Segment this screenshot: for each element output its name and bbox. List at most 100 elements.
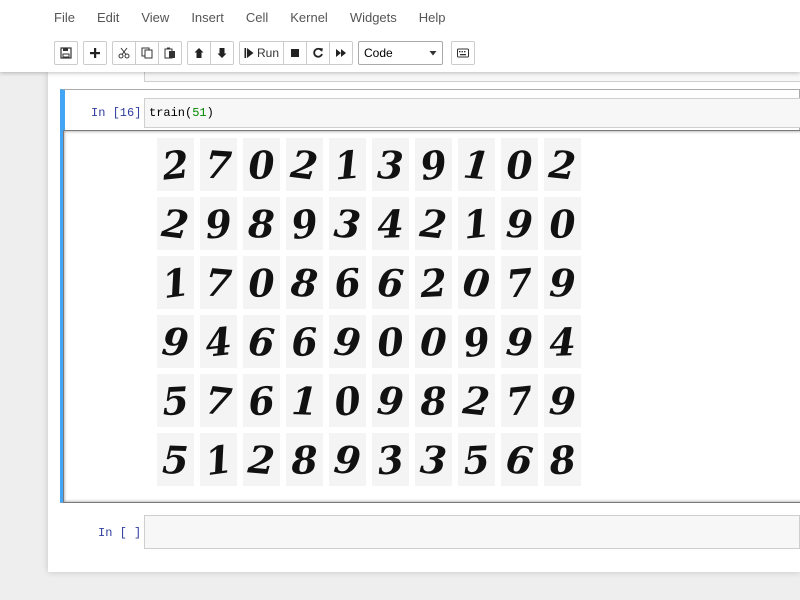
digit-tile: 7 xyxy=(203,259,233,306)
code-cell-selected[interactable]: In [16]: train(51) 270213910229893421901… xyxy=(60,89,800,503)
digit-tile: 9 xyxy=(375,377,405,424)
menu-view[interactable]: View xyxy=(141,10,169,25)
digit-tile: 9 xyxy=(505,201,535,248)
menu-kernel[interactable]: Kernel xyxy=(290,10,328,25)
digit-tile: 5 xyxy=(462,437,491,483)
digit-tile: 5 xyxy=(161,437,189,483)
floppy-disk-icon xyxy=(60,47,72,59)
digit-tile: 2 xyxy=(288,141,321,189)
empty-code-editor[interactable] xyxy=(144,515,800,549)
digit-tile: 6 xyxy=(504,436,536,484)
digit-tile: 2 xyxy=(159,200,192,248)
digit-tile: 5 xyxy=(161,378,190,424)
cell-type-value: Code xyxy=(364,46,393,60)
digit-tile: 1 xyxy=(290,378,318,424)
menu-help[interactable]: Help xyxy=(419,10,446,25)
empty-cell-prompt: In [ ]: xyxy=(98,526,149,540)
digit-tile: 9 xyxy=(548,260,576,306)
digit-tile: 2 xyxy=(460,377,492,425)
move-up-button[interactable] xyxy=(187,41,211,65)
digit-tile: 9 xyxy=(504,318,534,365)
digit-tile: 7 xyxy=(203,377,235,425)
digit-tile: 2 xyxy=(418,260,448,306)
keyboard-icon xyxy=(457,48,470,58)
digit-tile: 0 xyxy=(247,142,276,188)
menu-file[interactable]: File xyxy=(54,10,75,25)
menu-widgets[interactable]: Widgets xyxy=(350,10,397,25)
cut-button[interactable] xyxy=(112,41,136,65)
menu-insert[interactable]: Insert xyxy=(191,10,224,25)
cell-output: 2702139102298934219017086620799466900994… xyxy=(63,130,800,503)
cell-prompt: In [16]: xyxy=(91,106,149,120)
digit-tile: 4 xyxy=(549,319,577,365)
digit-tile: 1 xyxy=(332,141,362,188)
arrow-up-icon xyxy=(194,48,204,58)
arrow-down-icon xyxy=(217,48,227,58)
digit-tile: 0 xyxy=(375,318,406,365)
plus-icon xyxy=(90,48,100,58)
digit-tile: 2 xyxy=(546,141,578,189)
copy-button[interactable] xyxy=(135,41,159,65)
digit-tile: 9 xyxy=(160,318,191,366)
digit-tile: 0 xyxy=(248,260,277,306)
digit-tile: 4 xyxy=(203,318,234,366)
menu-cell[interactable]: Cell xyxy=(246,10,268,25)
code-argument: 51 xyxy=(192,106,207,120)
digit-tile: 1 xyxy=(461,200,492,248)
code-function: train( xyxy=(149,106,193,120)
digit-tile: 3 xyxy=(376,142,404,188)
menu-edit[interactable]: Edit xyxy=(97,10,119,25)
insert-cell-button[interactable] xyxy=(83,41,107,65)
digit-tile: 9 xyxy=(203,200,233,247)
digit-tile: 0 xyxy=(506,142,535,188)
copy-icon xyxy=(141,47,153,59)
digit-tile: 2 xyxy=(159,141,191,189)
digit-tile: 9 xyxy=(332,318,364,366)
digit-tile: 8 xyxy=(546,436,577,483)
save-button[interactable] xyxy=(54,41,78,65)
code-close-paren: ) xyxy=(206,106,214,120)
paste-button[interactable] xyxy=(158,41,182,65)
run-button[interactable]: Run xyxy=(239,41,285,65)
digit-tile: 2 xyxy=(245,436,276,483)
digit-tile: 7 xyxy=(504,259,534,306)
digit-tile: 6 xyxy=(332,259,363,307)
stop-square-icon xyxy=(291,49,300,57)
move-down-button[interactable] xyxy=(210,41,234,65)
menubar: File Edit View Insert Cell Kernel Widget… xyxy=(54,0,468,34)
restart-icon xyxy=(313,47,324,58)
chevron-down-icon xyxy=(429,51,437,56)
previous-cell-output xyxy=(144,72,800,82)
interrupt-kernel-button[interactable] xyxy=(283,41,308,65)
cell-type-select[interactable]: Code xyxy=(358,41,444,65)
digit-tile: 3 xyxy=(375,436,406,484)
digit-tile: 0 xyxy=(548,201,577,247)
restart-run-all-button[interactable] xyxy=(329,41,354,65)
digit-tile: 1 xyxy=(461,141,491,188)
digit-tile: 8 xyxy=(246,201,275,247)
step-forward-icon xyxy=(244,48,254,58)
digit-tile: 7 xyxy=(504,377,535,425)
digit-tile: 6 xyxy=(246,377,276,424)
toolbar: Run Code xyxy=(54,40,480,66)
digit-tile: 4 xyxy=(377,201,405,247)
command-palette-button[interactable] xyxy=(451,41,476,65)
digit-tile: 9 xyxy=(548,378,578,425)
code-editor[interactable]: train(51) xyxy=(144,98,800,128)
run-label: Run xyxy=(257,46,280,60)
digit-tile: 6 xyxy=(247,319,277,366)
digit-tile: 9 xyxy=(332,436,363,484)
digit-tile: 6 xyxy=(376,260,406,307)
digit-tile: 3 xyxy=(332,200,362,247)
fast-forward-icon xyxy=(336,49,347,57)
restart-kernel-button[interactable] xyxy=(306,41,331,65)
digit-tile: 0 xyxy=(419,319,448,365)
digit-tile: 8 xyxy=(419,378,448,424)
digit-tile: 7 xyxy=(204,142,234,189)
digit-tile: 8 xyxy=(290,437,319,483)
notebook-container: In [16]: train(51) 270213910229893421901… xyxy=(48,72,800,572)
digit-tile: 6 xyxy=(290,319,319,365)
notebook-header: File Edit View Insert Cell Kernel Widget… xyxy=(0,0,800,72)
digit-grid-image: 2 7 0 2 1 3 9 1 0 22 9 8 9 3 4 2 1 9 01 7 0 8 6 6 2 0 7 99 4 6 6 9 0 0 9 9 4… xyxy=(157,138,581,486)
digit-tile: 8 xyxy=(288,259,320,307)
